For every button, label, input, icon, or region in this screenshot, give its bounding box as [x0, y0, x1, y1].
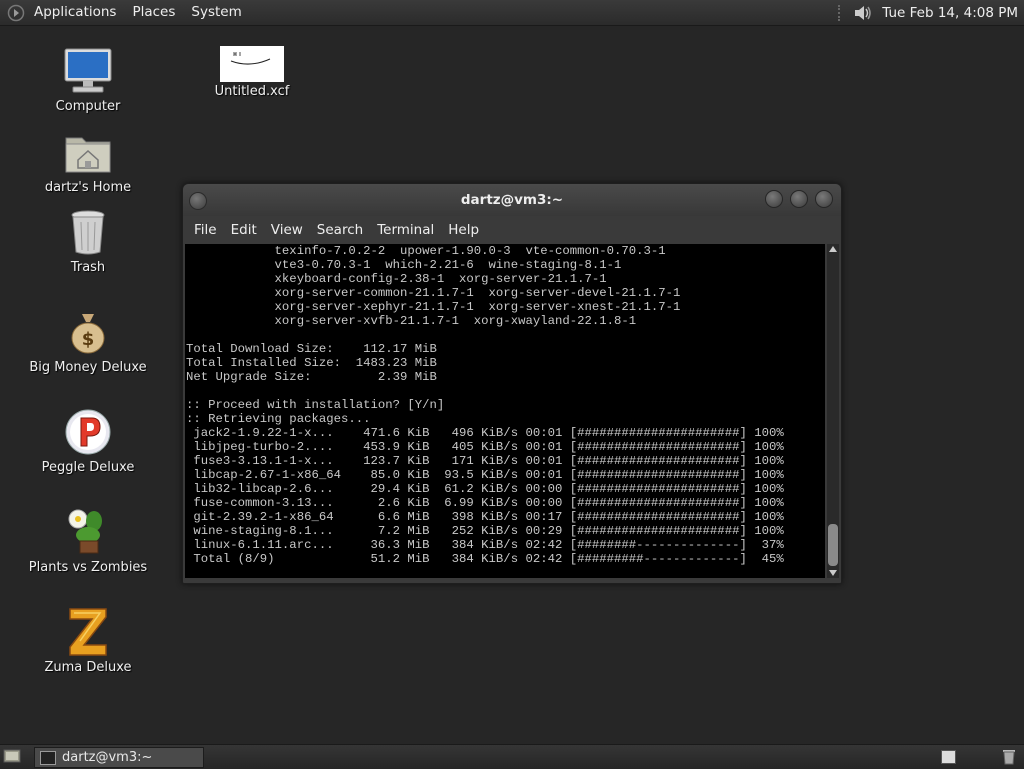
desktop-icon-label: Zuma Deluxe	[44, 660, 132, 675]
show-desktop-icon[interactable]	[3, 748, 21, 764]
menu-view[interactable]: View	[264, 222, 310, 238]
desktop-icon-zuma[interactable]: Zuma Deluxe	[18, 606, 158, 675]
volume-icon[interactable]	[852, 2, 874, 24]
trash-applet-icon[interactable]	[1001, 748, 1017, 765]
terminal-window[interactable]: dartz@vm3:~ File Edit View Search Termin…	[182, 183, 842, 584]
gnome-foot-icon[interactable]	[6, 3, 26, 23]
scroll-up-arrow-icon[interactable]	[829, 246, 837, 252]
scroll-thumb[interactable]	[828, 524, 838, 566]
workspace-switcher[interactable]	[941, 750, 956, 764]
desktop-icon-label: dartz's Home	[44, 180, 132, 195]
desktop-icon-trash[interactable]: Trash	[18, 206, 158, 275]
terminal-icon	[40, 750, 56, 765]
desktop-icon-label: Peggle Deluxe	[41, 460, 135, 475]
terminal-output[interactable]: texinfo-7.0.2-2 upower-1.90.0-3 vte-comm…	[185, 244, 825, 578]
menu-terminal[interactable]: Terminal	[370, 222, 441, 238]
desktop-icon-computer[interactable]: Computer	[18, 45, 158, 114]
menu-search[interactable]: Search	[310, 222, 370, 238]
image-file-icon	[220, 46, 284, 82]
desktop-icon-label: Plants vs Zombies	[28, 560, 148, 575]
zuma-icon	[62, 606, 114, 658]
home-folder-icon	[62, 126, 114, 178]
desktop-icon-label: Trash	[70, 260, 106, 275]
places-menu[interactable]: Places	[124, 0, 183, 25]
peggle-icon	[62, 406, 114, 458]
desktop-icon-peggle[interactable]: Peggle Deluxe	[18, 406, 158, 475]
computer-icon	[62, 45, 114, 97]
taskbar-label: dartz@vm3:~	[62, 750, 153, 765]
menu-file[interactable]: File	[187, 222, 224, 238]
scrollbar[interactable]	[827, 244, 839, 578]
money-bag-icon: $	[62, 306, 114, 358]
terminal-menubar: File Edit View Search Terminal Help	[183, 216, 841, 244]
applications-menu[interactable]: Applications	[26, 0, 124, 25]
trash-icon	[62, 206, 114, 258]
desktop-icon-label: Computer	[55, 99, 121, 114]
bottom-panel: dartz@vm3:~	[0, 744, 1024, 769]
system-menu[interactable]: System	[183, 0, 249, 25]
close-button[interactable]	[815, 190, 833, 208]
menu-help[interactable]: Help	[441, 222, 486, 238]
maximize-button[interactable]	[790, 190, 808, 208]
minimize-button[interactable]	[765, 190, 783, 208]
desktop-icon-label: Untitled.xcf	[214, 84, 290, 99]
svg-text:$: $	[82, 329, 95, 350]
window-title: dartz@vm3:~	[460, 192, 564, 208]
desktop-icon-untitled-xcf[interactable]: Untitled.xcf	[182, 46, 322, 99]
terminal-text: texinfo-7.0.2-2 upower-1.90.0-3 vte-comm…	[186, 244, 784, 566]
panel-grip	[838, 4, 844, 21]
menu-edit[interactable]: Edit	[224, 222, 264, 238]
desktop-icon-big-money[interactable]: $ Big Money Deluxe	[18, 306, 158, 375]
desktop-icon-plants-vs-zombies[interactable]: Plants vs Zombies	[18, 506, 158, 575]
scroll-down-arrow-icon[interactable]	[829, 570, 837, 576]
title-bar[interactable]: dartz@vm3:~	[183, 184, 841, 216]
top-panel: Applications Places System Tue Feb 14, 4…	[0, 0, 1024, 26]
clock[interactable]: Tue Feb 14, 4:08 PM	[882, 5, 1018, 21]
taskbar-terminal-button[interactable]: dartz@vm3:~	[34, 747, 204, 768]
plant-icon	[62, 506, 114, 558]
desktop-icon-label: Big Money Deluxe	[29, 360, 147, 375]
desktop-icon-home[interactable]: dartz's Home	[18, 126, 158, 195]
